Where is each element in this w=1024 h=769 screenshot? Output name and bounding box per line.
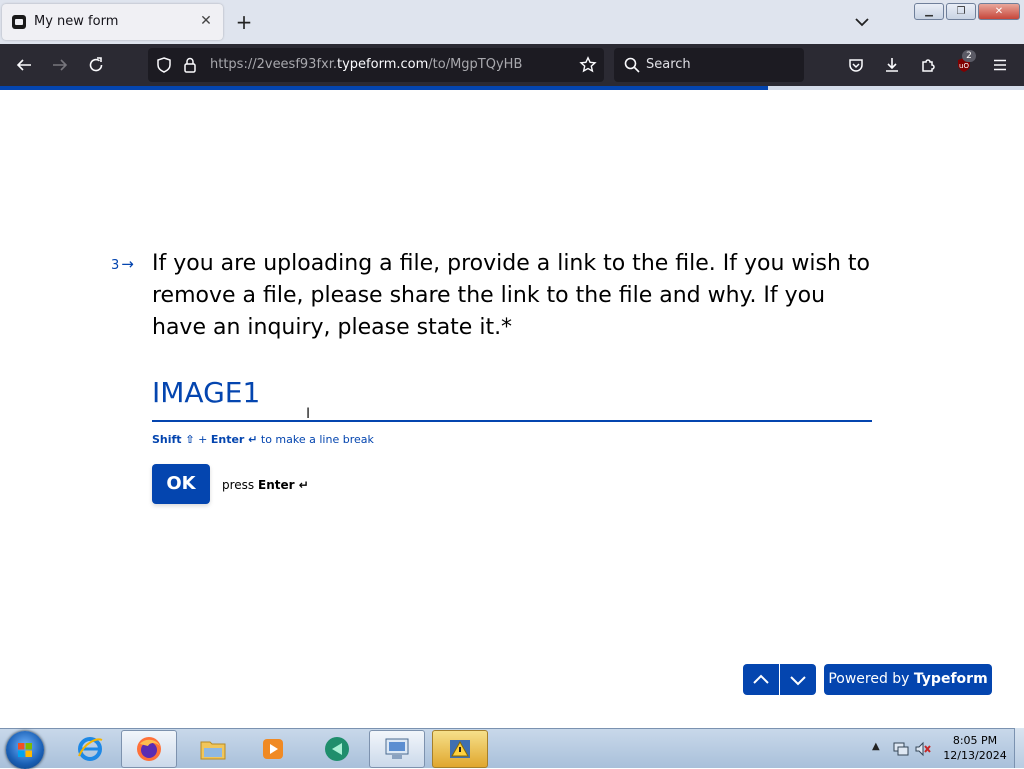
show-hidden-icons-icon[interactable]: ▲ — [872, 741, 880, 752]
url-domain: typeform.com — [337, 57, 429, 72]
network-icon[interactable] — [892, 740, 910, 758]
forward-arrow-icon — [53, 59, 68, 71]
press-label: press — [222, 478, 258, 492]
powered-by-typeform-link[interactable]: Powered by Typeform — [824, 664, 992, 695]
back-arrow-icon — [16, 59, 31, 71]
internet-explorer-icon — [78, 737, 103, 761]
start-button[interactable] — [6, 731, 44, 769]
hint-shift-key: Shift ⇧ — [152, 433, 195, 446]
ok-button[interactable]: OK — [152, 464, 210, 504]
tab-strip: My new form ✕ + ▁ ❐ ✕ — [0, 0, 1024, 44]
downloads-button[interactable] — [880, 53, 904, 77]
reload-icon — [89, 57, 103, 72]
firefox-icon — [137, 737, 161, 761]
press-enter-hint: press Enter ↵ — [222, 478, 309, 492]
chevron-down-icon — [855, 18, 869, 27]
back-button[interactable] — [12, 53, 36, 77]
close-window-button[interactable]: ✕ — [978, 3, 1020, 20]
question-number-text: 3 — [111, 258, 120, 273]
hamburger-menu-icon — [994, 59, 1006, 71]
reload-button[interactable] — [84, 53, 108, 77]
form-progress-fill — [0, 86, 768, 90]
tab-title: My new form — [34, 14, 119, 29]
close-tab-icon[interactable]: ✕ — [197, 12, 215, 30]
url-path: /to/MgpTQyHB — [428, 57, 523, 72]
forward-button[interactable] — [48, 53, 72, 77]
powered-prefix: Powered by — [828, 671, 914, 687]
answer-value: IMAGE1 — [152, 376, 261, 409]
app-menu-button[interactable] — [988, 53, 1012, 77]
list-all-tabs-button[interactable] — [852, 12, 874, 32]
tab-my-new-form[interactable]: My new form ✕ — [2, 4, 223, 40]
windows-logo-icon — [18, 743, 32, 757]
tracking-protection-shield-icon[interactable] — [152, 53, 176, 77]
answer-textarea[interactable]: IMAGE1 — [152, 375, 872, 422]
arrow-right-icon: → — [121, 255, 134, 273]
hint-enter-key: Enter ↵ — [210, 433, 258, 446]
question-number: 3 → — [111, 255, 134, 273]
chevron-down-icon — [790, 675, 806, 685]
taskbar-media-player[interactable] — [245, 730, 301, 768]
computer-icon — [385, 738, 409, 759]
url-prefix: https://2veesf93fxr. — [210, 57, 338, 72]
bookmark-star-icon[interactable] — [576, 53, 600, 77]
taskbar-remote-desktop[interactable] — [369, 730, 425, 768]
taskbar-internet-explorer[interactable] — [62, 730, 118, 768]
minimize-button[interactable]: ▁ — [914, 3, 944, 20]
extensions-button[interactable] — [916, 53, 940, 77]
taskbar-file-explorer[interactable] — [185, 730, 241, 768]
press-enter-key: Enter ↵ — [258, 478, 309, 492]
hint-plus: + — [194, 433, 211, 446]
search-bar[interactable]: Search — [614, 48, 804, 82]
search-placeholder: Search — [646, 57, 691, 72]
navigation-toolbar: https://2veesf93fxr.typeform.com/to/MgpT… — [0, 44, 1024, 86]
taskbar-clock[interactable]: 8:05 PM 12/13/2024 — [940, 733, 1010, 763]
url-text[interactable]: https://2veesf93fxr.typeform.com/to/MgpT… — [210, 57, 522, 72]
show-desktop-button[interactable] — [1014, 728, 1024, 768]
taskbar-app-green[interactable] — [309, 730, 365, 768]
powered-brand: Typeform — [913, 671, 988, 687]
clock-time: 8:05 PM — [952, 734, 998, 747]
next-question-button[interactable] — [780, 664, 816, 695]
puzzle-icon — [922, 59, 935, 72]
new-tab-button[interactable]: + — [232, 10, 256, 34]
window-controls: ▁ ❐ ✕ — [914, 3, 1020, 21]
folder-icon — [200, 741, 226, 760]
green-app-icon — [325, 737, 349, 761]
typeform-favicon-icon — [12, 15, 26, 29]
line-break-hint: Shift ⇧ + Enter ↵ to make a line break — [152, 433, 374, 446]
lock-icon[interactable] — [178, 53, 202, 77]
extension-badge: 2 — [962, 50, 976, 62]
media-player-icon — [263, 739, 283, 759]
windows-taskbar: ▲ — [0, 728, 1024, 769]
svg-text:uO: uO — [959, 62, 969, 70]
pocket-button[interactable] — [844, 53, 868, 77]
volume-muted-icon[interactable] — [914, 740, 932, 758]
pocket-icon — [849, 59, 863, 72]
question-text: If you are uploading a file, provide a l… — [152, 251, 871, 340]
warning-app-icon — [450, 740, 470, 758]
form-progress-bar — [0, 86, 1024, 90]
address-bar[interactable]: https://2veesf93fxr.typeform.com/to/MgpT… — [148, 48, 604, 82]
restore-button[interactable]: ❐ — [946, 3, 976, 20]
download-icon — [886, 58, 898, 72]
text-cursor-icon: I — [306, 406, 311, 422]
taskbar-firefox[interactable] — [121, 730, 177, 768]
previous-question-button[interactable] — [743, 664, 779, 695]
chevron-up-icon — [753, 674, 769, 684]
clock-date: 12/13/2024 — [943, 749, 1007, 762]
taskbar-warning-app[interactable] — [432, 730, 488, 768]
search-icon — [620, 53, 644, 77]
hint-rest: to make a line break — [257, 433, 374, 446]
